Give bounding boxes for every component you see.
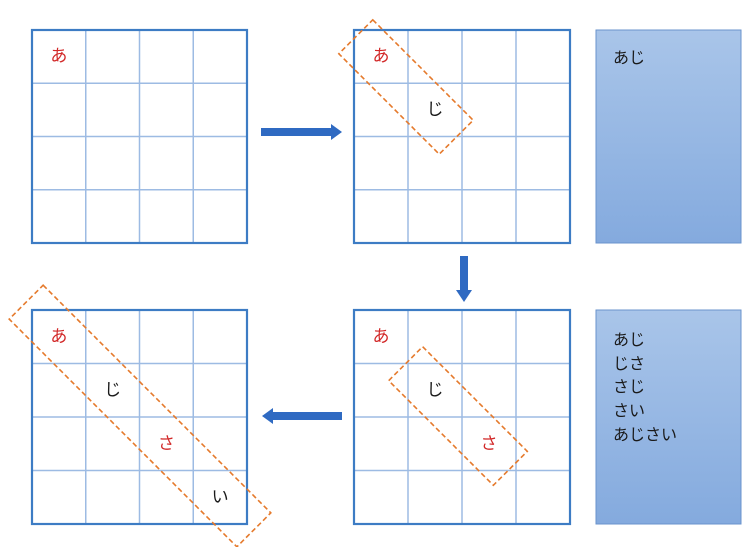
arrow-right — [261, 124, 342, 140]
grid-character: あ — [373, 327, 390, 347]
grid-step-4: あじさい — [30, 308, 249, 526]
grid-step-3: あじさ — [352, 308, 572, 526]
grid-character: じ — [427, 100, 444, 120]
grid-character: じ — [104, 380, 121, 400]
arrow-down — [456, 256, 472, 302]
grid-step-1: あ — [30, 28, 249, 245]
grid-character: さ — [158, 434, 175, 454]
word-panel-top: あじ — [595, 29, 742, 244]
word-panel-bottom-word: じさ — [613, 354, 645, 373]
word-panel-bottom-word: あじさい — [613, 425, 677, 444]
grid-character: あ — [373, 47, 390, 67]
grid-step-2: あじ — [352, 28, 572, 245]
grid-character: あ — [50, 47, 67, 67]
word-panel-bottom-word: あじ — [613, 330, 645, 349]
arrow-left — [262, 408, 342, 424]
grid-character: じ — [427, 380, 444, 400]
grid-character: さ — [481, 434, 498, 454]
word-panel-bottom-word: さじ — [613, 377, 645, 396]
grid-character: あ — [50, 327, 67, 347]
grid-character: い — [212, 487, 229, 507]
selection-outline-step-2 — [337, 18, 475, 156]
word-panel-top-word: あじ — [613, 48, 645, 67]
word-panel-bottom: あじ じさ さじ さい あじさい — [595, 309, 742, 525]
word-panel-bottom-word: さい — [613, 401, 645, 420]
diagram-canvas: あ あじ あじさ あじさい あじ あじ じさ さじ さい あじさい — [8, 18, 742, 547]
selection-outline-step-3 — [387, 345, 529, 487]
